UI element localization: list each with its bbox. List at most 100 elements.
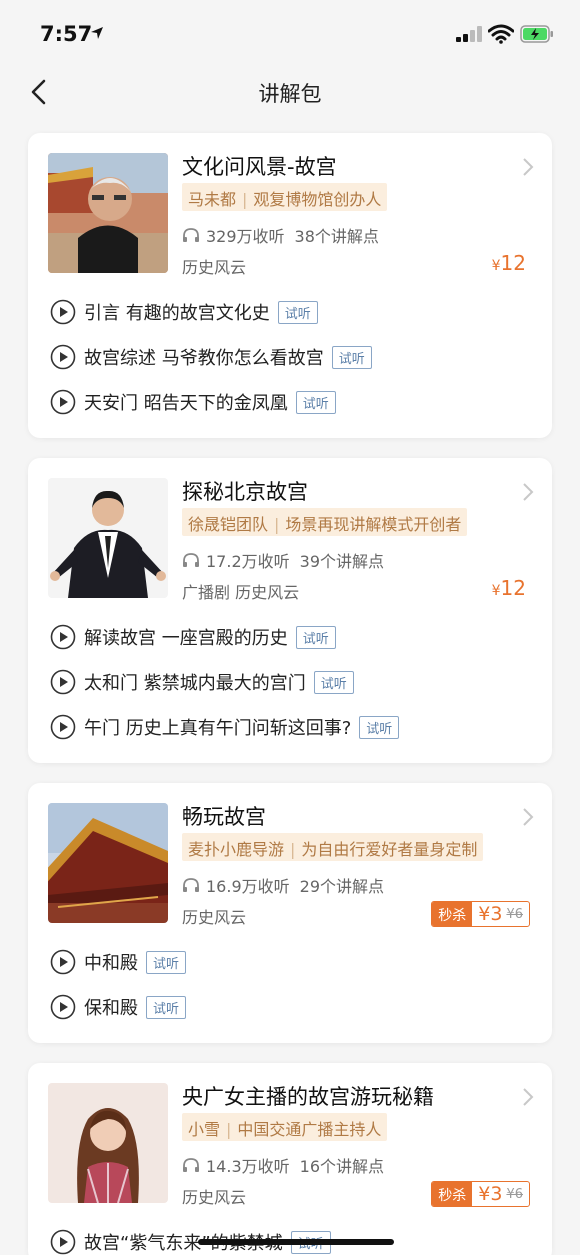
author-desc: 场景再现讲解模式开创者 [285,515,462,534]
trial-badge[interactable]: 试听 [295,625,336,649]
lesson-title: 故宫综述 马爷教你怎么看故宫 [84,348,324,369]
play-icon[interactable] [50,714,76,740]
author-name: 马未都 [188,190,237,209]
package-title: 探秘北京故宫 [182,480,308,504]
lesson-title: 引言 有趣的故宫文化史 [84,303,270,324]
package-meta: 329万收听 38个讲解点 [182,223,379,247]
category-label: 广播剧 历史风云 [182,583,300,602]
author-name: 小雪 [188,1120,221,1139]
play-icon[interactable] [50,669,76,695]
package-cover-image [48,153,168,273]
battery-charging-icon [520,25,553,43]
point-count: 39个讲解点 [299,552,385,571]
flash-sale-badge: 秒杀 [432,1182,473,1206]
package-card-3[interactable]: 畅玩故宫 麦扑小鹿导游 | 为自由行爱好者量身定制 16.9万收听 29个讲解点 历… [28,783,552,1043]
package-cover-image [48,1083,168,1203]
flash-sale-price: 秒杀 ¥3 ¥6 [431,901,530,927]
nav-bar: 讲解包 [0,64,580,120]
listen-count: 17.2万收听 [206,552,290,571]
author-desc: 中国交通广播主持人 [237,1120,382,1139]
category-label: 历史风云 [182,258,247,277]
play-icon[interactable] [50,1229,76,1255]
currency-symbol: ¥ [491,258,501,274]
package-card-2[interactable]: 探秘北京故宫 徐晟铠团队 | 场景再现讲解模式开创者 17.2万收听 39个讲解点 … [28,458,552,763]
lesson-title: 中和殿 [84,953,138,974]
package-title: 畅玩故宫 [182,805,266,829]
point-count: 38个讲解点 [294,227,379,246]
headphones-icon [183,878,199,892]
price: ¥12 [492,251,526,275]
package-cover-image [48,803,168,923]
page-title: 讲解包 [258,82,322,106]
trial-badge[interactable]: 试听 [295,390,336,414]
trial-badge[interactable]: 试听 [331,345,372,369]
original-price: ¥6 [506,1187,523,1202]
category-label: 历史风云 [182,1188,247,1207]
play-icon[interactable] [50,389,76,415]
listen-count: 329万收听 [206,227,285,246]
point-count: 16个讲解点 [299,1157,385,1176]
package-meta: 14.3万收听 16个讲解点 [182,1153,384,1177]
lesson-item[interactable]: 午门 历史上真有午门问斩这回事? 试听 [50,712,400,742]
headphones-icon [183,553,199,567]
play-icon[interactable] [50,994,76,1020]
lesson-title: 保和殿 [84,998,138,1019]
price-value: 12 [500,251,526,275]
author-desc: 为自由行爱好者量身定制 [301,840,478,859]
trial-badge[interactable]: 试听 [146,950,187,974]
package-card-4[interactable]: 央广女主播的故宫游玩秘籍 小雪 | 中国交通广播主持人 14.3万收听 16个讲解点… [28,1063,552,1255]
lesson-title: 天安门 昭告天下的金凤凰 [84,393,288,414]
package-title: 央广女主播的故宫游玩秘籍 [182,1085,434,1109]
trial-badge[interactable]: 试听 [277,300,318,324]
lesson-item[interactable]: 保和殿 试听 [50,992,187,1022]
package-meta: 16.9万收听 29个讲解点 [182,873,384,897]
chevron-right-icon [523,808,534,826]
listen-count: 16.9万收听 [206,877,290,896]
author-desc: 观复博物馆创办人 [253,190,382,209]
headphones-icon [183,228,199,242]
sale-price: ¥3 [472,1182,506,1206]
cellular-signal-icon [456,26,482,42]
headphones-icon [183,1158,199,1172]
lesson-item[interactable]: 太和门 紫禁城内最大的宫门 试听 [50,667,354,697]
lesson-item[interactable]: 故宫综述 马爷教你怎么看故宫 试听 [50,342,372,372]
play-icon[interactable] [50,624,76,650]
lesson-item[interactable]: 引言 有趣的故宫文化史 试听 [50,297,318,327]
lesson-item[interactable]: 天安门 昭告天下的金凤凰 试听 [50,387,336,417]
price-value: 3 [490,1183,503,1205]
wifi-icon [488,24,514,44]
play-icon[interactable] [50,299,76,325]
category-label: 历史风云 [182,908,247,927]
play-icon[interactable] [50,344,76,370]
author-tag: 小雪 | 中国交通广播主持人 [182,1113,388,1141]
home-indicator[interactable] [198,1239,394,1245]
flash-sale-badge: 秒杀 [432,902,473,926]
lesson-title: 解读故宫 一座宫殿的历史 [84,628,288,649]
author-name: 徐晟铠团队 [188,515,269,534]
package-card-1[interactable]: 文化问风景-故宫 马未都 | 观复博物馆创办人 329万收听 38个讲解点 历史风云… [28,133,552,438]
package-title: 文化问风景-故宫 [182,155,337,179]
currency-symbol: ¥ [478,1183,491,1205]
sale-price: ¥3 [472,902,506,926]
price: ¥12 [492,576,526,600]
listen-count: 14.3万收听 [206,1157,290,1176]
trial-badge[interactable]: 试听 [313,670,354,694]
chevron-right-icon [523,483,534,501]
trial-badge[interactable]: 试听 [146,995,187,1019]
author-tag: 麦扑小鹿导游 | 为自由行爱好者量身定制 [182,833,484,861]
status-time: 7:57 [40,22,93,46]
lesson-title: 太和门 紫禁城内最大的宫门 [84,673,306,694]
lesson-item[interactable]: 中和殿 试听 [50,947,187,977]
lesson-item[interactable]: 解读故宫 一座宫殿的历史 试听 [50,622,336,652]
chevron-right-icon [523,158,534,176]
author-tag: 徐晟铠团队 | 场景再现讲解模式开创者 [182,508,468,536]
lesson-title: 午门 历史上真有午门问斩这回事? [84,718,352,739]
trial-badge[interactable]: 试听 [359,715,400,739]
play-icon[interactable] [50,949,76,975]
point-count: 29个讲解点 [299,877,385,896]
package-meta: 17.2万收听 39个讲解点 [182,548,384,572]
flash-sale-price: 秒杀 ¥3 ¥6 [431,1181,530,1207]
location-arrow-icon [91,27,103,39]
status-bar: 7:57 [0,0,580,64]
price-value: 3 [490,903,503,925]
